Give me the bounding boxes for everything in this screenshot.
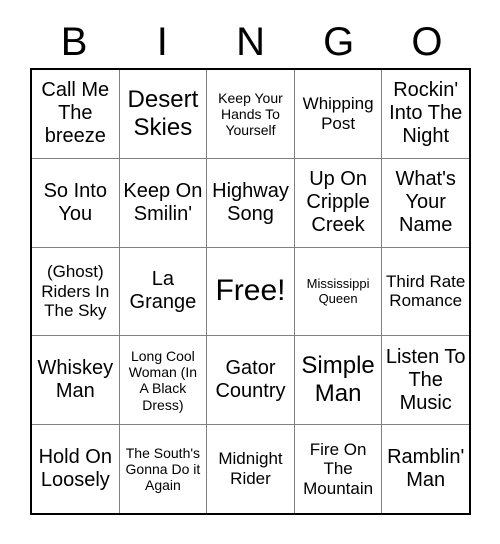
bingo-cell[interactable]: Rockin' Into The Night (382, 70, 469, 158)
bingo-cell[interactable]: Whiskey Man (32, 336, 119, 425)
bingo-cell-label: So Into You (43, 179, 107, 225)
bingo-cell-label: (Ghost) Riders In The Sky (41, 261, 110, 321)
bingo-cell-label: Third Rate Romance (386, 271, 466, 311)
bingo-cell[interactable]: (Ghost) Riders In The Sky (32, 247, 119, 336)
bingo-cell[interactable]: Mississippi Queen (294, 247, 382, 336)
bingo-cell-label: Long Cool Woman (In A Black Dress) (128, 347, 197, 413)
bingo-cell-label: Highway Song (212, 179, 289, 225)
bingo-cell[interactable]: Whipping Post (294, 70, 382, 158)
bingo-header-letter-i: I (156, 20, 168, 64)
bingo-header-letter-n: N (236, 20, 265, 64)
bingo-cell[interactable]: So Into You (32, 158, 119, 247)
bingo-cell[interactable]: Hold On Loosely (32, 425, 119, 513)
bingo-cell[interactable]: Desert Skies (119, 70, 207, 158)
bingo-cell[interactable]: Keep On Smilin' (119, 158, 207, 247)
bingo-cell-label: Simple Man (301, 352, 375, 408)
bingo-cell-label: Call Me The breeze (41, 79, 110, 148)
bingo-cell-label: Whipping Post (302, 94, 374, 133)
bingo-cell-label: Gator Country (215, 357, 286, 403)
bingo-card: B I N G O Call Me The breeze Desert Skies Keep… (0, 0, 500, 544)
bingo-cell[interactable]: Listen To The Music (382, 336, 469, 425)
bingo-cell-label: Mississippi Queen (306, 276, 370, 307)
bingo-cell-label: What's Your Name (395, 167, 456, 237)
bingo-grid: Call Me The breeze Desert Skies Keep Your … (30, 68, 471, 515)
bingo-cell[interactable]: Call Me The breeze (32, 70, 119, 158)
bingo-cell-label: Desert Skies (127, 86, 199, 141)
bingo-header-letter-g: G (323, 20, 355, 64)
bingo-header: BINGO (30, 16, 471, 68)
bingo-cell[interactable]: Long Cool Woman (In A Black Dress) (119, 336, 207, 425)
bingo-cell-label: Keep Your Hands To Yourself (218, 89, 283, 139)
bingo-cell-label: Listen To The Music (385, 345, 466, 414)
bingo-cell[interactable]: What's Your Name (382, 158, 469, 247)
bingo-cell-label: Midnight Rider (218, 449, 283, 489)
bingo-cell-label: Up On Cripple Creek (306, 167, 370, 237)
bingo-cell-label: Keep On Smilin' (123, 179, 203, 225)
bingo-cell[interactable]: Simple Man (294, 336, 382, 425)
bingo-cell-label: Rockin' Into The Night (389, 79, 463, 148)
bingo-cell[interactable]: Third Rate Romance (382, 247, 469, 336)
bingo-cell-free[interactable]: Free! (207, 247, 294, 336)
bingo-cell-label: Whiskey Man (37, 357, 114, 403)
bingo-cell-label: Ramblin' Man (387, 445, 465, 492)
bingo-cell[interactable]: The South's Gonna Do it Again (119, 425, 207, 513)
bingo-cell[interactable]: Up On Cripple Creek (294, 158, 382, 247)
bingo-cell[interactable]: Gator Country (207, 336, 294, 425)
bingo-cell[interactable]: Highway Song (207, 158, 294, 247)
bingo-header-letter-o: O (411, 20, 443, 64)
bingo-cell-label: Hold On Loosely (38, 445, 112, 492)
bingo-cell[interactable]: Ramblin' Man (382, 425, 469, 513)
bingo-cell[interactable]: La Grange (119, 247, 207, 336)
bingo-cell-label: The South's Gonna Do it Again (125, 444, 201, 494)
bingo-cell[interactable]: Midnight Rider (207, 425, 294, 513)
bingo-cell-label: La Grange (129, 268, 197, 314)
bingo-cell-label: Fire On The Mountain (303, 439, 374, 498)
bingo-cell[interactable]: Fire On The Mountain (294, 425, 382, 513)
bingo-header-letter-b: B (60, 20, 88, 64)
bingo-cell[interactable]: Keep Your Hands To Yourself (207, 70, 294, 158)
bingo-cell-label: Free! (215, 274, 286, 308)
